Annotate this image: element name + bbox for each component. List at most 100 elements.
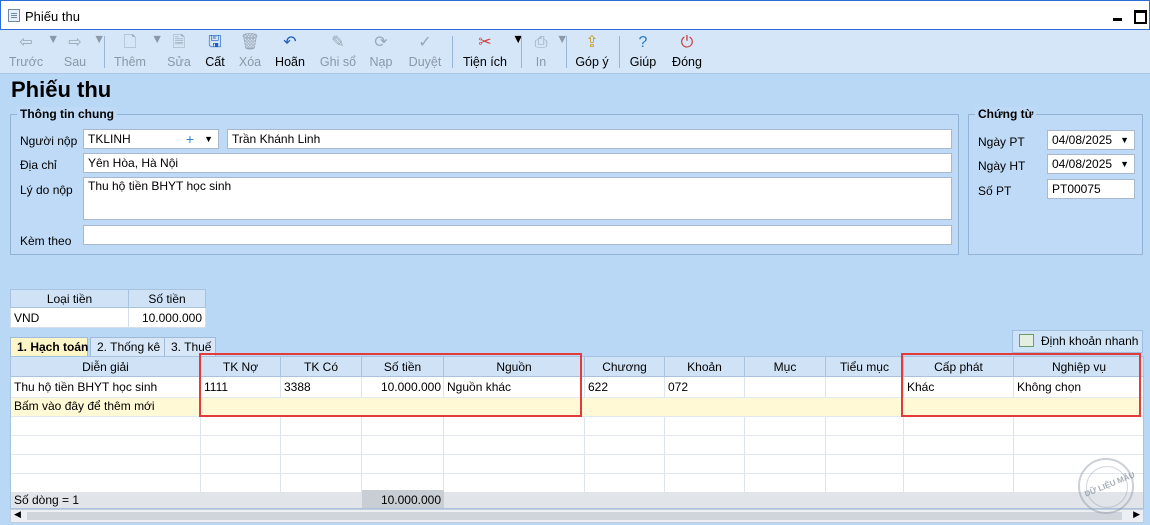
reason-label: Lý do nộp — [20, 183, 73, 197]
add-new-hint[interactable]: Bấm vào đây để thêm mới — [11, 397, 201, 416]
col-header-item[interactable]: Mục — [745, 357, 826, 377]
power-icon: ⏻ — [680, 34, 694, 51]
attach-label: Kèm theo — [20, 234, 72, 248]
reload-button[interactable]: ⟳ Nạp — [364, 32, 398, 72]
print-button[interactable]: ⎙ In — [526, 32, 556, 72]
utilities-dropdown-icon[interactable]: ▼ — [512, 32, 524, 46]
minimize-button[interactable] — [1109, 7, 1127, 25]
toolbar-separator — [566, 36, 567, 68]
currency-amount-header: Số tiền — [128, 289, 206, 308]
so-pt-field[interactable]: PT00075 — [1047, 179, 1135, 199]
scroll-left-icon[interactable]: ◀ — [14, 509, 21, 520]
stamp-text: DỮ LIỆU MẪU — [1083, 470, 1137, 499]
feedback-button[interactable]: ⇪ Góp ý — [572, 32, 612, 72]
cell-description[interactable]: Thu hộ tiền BHYT học sinh — [11, 377, 201, 397]
add-icon[interactable]: + — [186, 130, 194, 148]
delete-document-icon: 🗑 — [239, 34, 261, 51]
scroll-thumb[interactable] — [27, 512, 1122, 520]
date-ht-picker[interactable]: 04/08/2025 ▼ — [1047, 154, 1135, 174]
tab-tax[interactable]: 3. Thuế — [164, 337, 216, 357]
payer-label: Người nộp — [20, 134, 78, 148]
cell-allocation[interactable]: Khác — [904, 377, 1014, 397]
undo-icon: ↶ — [283, 34, 297, 51]
address-field[interactable]: Yên Hòa, Hà Nội — [83, 153, 952, 173]
next-dropdown-icon[interactable]: ▼ — [93, 32, 105, 46]
toolbar-separator — [619, 36, 620, 68]
cell-subitem[interactable] — [826, 377, 904, 397]
col-header-allocation[interactable]: Cấp phát — [904, 357, 1014, 377]
document-icon — [8, 9, 20, 22]
accounting-grid: Diễn giải TK Nợ TK Có Số tiền Nguồn Chươ… — [10, 356, 1144, 509]
currency-type-cell[interactable]: VND — [10, 307, 129, 328]
checkmark-icon: ✓ — [418, 34, 432, 51]
cell-operation[interactable]: Không chọn — [1014, 377, 1143, 397]
cell-debit[interactable]: 1111 — [201, 377, 281, 397]
edit-button[interactable]: 🗎 Sửa — [162, 32, 196, 72]
pencil-icon: ✎ — [331, 34, 345, 51]
cell-credit[interactable]: 3388 — [281, 377, 362, 397]
save-button[interactable]: 🖫 Cất — [198, 32, 232, 72]
payer-code-combo[interactable]: TKLINH + ▼ — [83, 129, 219, 149]
chevron-down-icon[interactable]: ▼ — [1120, 131, 1129, 149]
cell-section[interactable]: 072 — [665, 377, 745, 397]
undo-button[interactable]: ↶ Hoãn — [272, 32, 308, 72]
close-button[interactable]: ⏻ Đóng — [668, 32, 706, 72]
date-pt-label: Ngày PT — [978, 135, 1025, 149]
attach-field[interactable] — [83, 225, 952, 245]
date-ht-label: Ngày HT — [978, 159, 1026, 173]
general-info-group: Thông tin chung Người nộp TKLINH + ▼ Trầ… — [10, 107, 959, 255]
approve-button[interactable]: ✓ Duyệt — [404, 32, 446, 72]
cell-chapter[interactable]: 622 — [585, 377, 665, 397]
toolbar-separator — [104, 36, 105, 68]
currency-amount-cell[interactable]: 10.000.000 — [128, 307, 206, 328]
delete-button[interactable]: 🗑 Xóa — [234, 32, 266, 72]
col-header-amount[interactable]: Số tiền — [362, 357, 444, 377]
voucher-title: Chứng từ — [975, 107, 1037, 121]
tab-accounting[interactable]: 1. Hạch toán — [10, 337, 88, 357]
reason-field[interactable]: Thu hộ tiền BHYT học sinh — [83, 177, 952, 220]
add-dropdown-icon[interactable]: ▼ — [151, 32, 163, 46]
toolbar: ⇦ Trước ▼ ⇨ Sau ▼ 🗋 Thêm ▼ 🗎 Sửa 🖫 Cất 🗑… — [0, 30, 1150, 74]
maximize-button[interactable] — [1131, 7, 1149, 25]
col-header-section[interactable]: Khoản — [665, 357, 745, 377]
col-header-chapter[interactable]: Chương — [585, 357, 665, 377]
toolbar-separator — [521, 36, 522, 68]
utilities-button[interactable]: ✂ Tiện ích — [460, 32, 510, 72]
help-button[interactable]: ? Giúp — [626, 32, 660, 72]
chevron-down-icon[interactable]: ▼ — [204, 130, 213, 148]
window-title: Phiếu thu — [25, 9, 80, 24]
row-count: Số dòng = 1 — [14, 493, 80, 507]
next-button[interactable]: ⇨ Sau — [58, 32, 92, 72]
cell-source[interactable]: Nguồn khác — [444, 377, 585, 397]
add-button[interactable]: 🗋 Thêm — [110, 32, 150, 72]
col-header-subitem[interactable]: Tiểu mục — [826, 357, 904, 377]
add-new-row[interactable]: Bấm vào đây để thêm mới — [11, 397, 1141, 416]
col-header-debit[interactable]: TK Nợ — [201, 357, 281, 377]
scroll-right-icon[interactable]: ▶ — [1133, 509, 1140, 520]
col-header-source[interactable]: Nguồn — [444, 357, 585, 377]
payer-code-value: TKLINH — [88, 132, 131, 146]
cell-amount[interactable]: 10.000.000 — [362, 377, 444, 397]
date-pt-value: 04/08/2025 — [1052, 133, 1113, 147]
new-document-icon: 🗋 — [123, 34, 137, 51]
print-dropdown-icon[interactable]: ▼ — [556, 32, 568, 46]
col-header-description[interactable]: Diễn giải — [11, 357, 201, 377]
prev-button[interactable]: ⇦ Trước — [6, 32, 46, 72]
payer-name-field[interactable]: Trần Khánh Linh — [227, 129, 952, 149]
amount-total: 10.000.000 — [362, 490, 444, 508]
col-header-credit[interactable]: TK Có — [281, 357, 362, 377]
horizontal-scrollbar[interactable]: ◀ ▶ — [10, 509, 1144, 523]
page-title: Phiếu thu — [11, 77, 112, 102]
post-button[interactable]: ✎ Ghi sổ — [316, 32, 360, 72]
prev-dropdown-icon[interactable]: ▼ — [47, 32, 59, 46]
date-pt-picker[interactable]: 04/08/2025 ▼ — [1047, 130, 1135, 150]
chevron-down-icon[interactable]: ▼ — [1120, 155, 1129, 173]
address-label: Địa chỉ — [20, 158, 57, 172]
col-header-operation[interactable]: Nghiệp vụ — [1014, 357, 1143, 377]
arrow-right-icon: ⇨ — [68, 34, 82, 51]
cell-item[interactable] — [745, 377, 826, 397]
currency-type-header: Loại tiền — [10, 289, 129, 308]
arrow-left-icon: ⇦ — [19, 34, 33, 51]
tab-statistics[interactable]: 2. Thống kê — [90, 337, 172, 357]
quick-entry-button[interactable]: Định khoản nhanh — [1012, 330, 1143, 353]
